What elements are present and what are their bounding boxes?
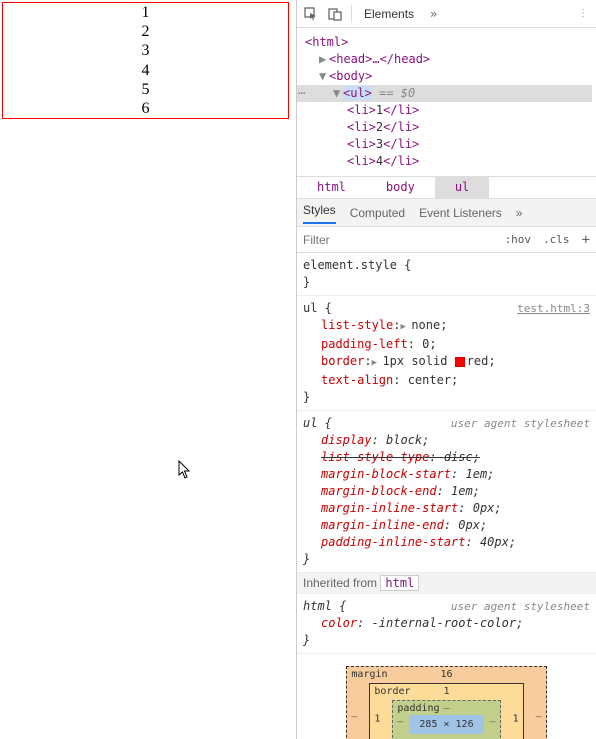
devtools-toolbar: Elements » ⋮ <box>297 0 596 28</box>
filter-input[interactable] <box>297 229 499 251</box>
dom-node[interactable]: <li>2</li> <box>305 119 592 136</box>
box-padding[interactable]: padding – – – 285 × 126 <box>392 700 500 739</box>
list-item: 3 <box>3 41 288 60</box>
css-prop[interactable]: list-style:▶ none; <box>303 317 590 336</box>
collapse-arrow-icon[interactable]: ▼ <box>333 85 343 102</box>
devtools-panel: Elements » ⋮ <html> ▶<head>…</head> ▼<bo… <box>296 0 596 739</box>
rule-element-style[interactable]: element.style { } <box>297 253 596 296</box>
expand-arrow-icon[interactable]: ▶ <box>319 51 329 68</box>
box-content[interactable]: 285 × 126 <box>409 715 483 734</box>
expand-icon[interactable]: ▶ <box>400 322 411 332</box>
menu-dots-icon[interactable]: ⋮ <box>578 8 590 19</box>
css-prop[interactable]: margin-block-end: 1em; <box>303 483 590 500</box>
breadcrumb-item[interactable]: body <box>366 177 435 198</box>
rule-html-ua[interactable]: html {user agent stylesheet color: -inte… <box>297 594 596 654</box>
dom-node[interactable]: <li>3</li> <box>305 136 592 153</box>
dom-tree[interactable]: <html> ▶<head>…</head> ▼<body> ⋯ ▼<ul> =… <box>297 28 596 177</box>
tab-computed[interactable]: Computed <box>350 206 405 220</box>
styles-tabs: Styles Computed Event Listeners » <box>297 199 596 227</box>
css-prop[interactable]: border:▶ 1px solid red; <box>303 353 590 372</box>
list-item: 6 <box>3 99 288 118</box>
css-prop[interactable]: padding-inline-start: 40px; <box>303 534 590 551</box>
source-link[interactable]: test.html:3 <box>517 300 590 317</box>
color-swatch-icon[interactable] <box>455 357 465 367</box>
dom-node[interactable]: <li>1</li> <box>305 102 592 119</box>
breadcrumb-item-active[interactable]: ul <box>435 177 489 198</box>
dom-node[interactable]: <body> <box>329 69 372 83</box>
box-model-diagram[interactable]: margin 16 – – border 1 1 1 padding – – – <box>297 654 596 739</box>
css-prop[interactable]: margin-inline-start: 0px; <box>303 500 590 517</box>
ellipsis-icon: ⋯ <box>297 85 306 102</box>
dom-node[interactable]: <head>…</head> <box>329 52 430 66</box>
ua-stylesheet-label: user agent stylesheet <box>451 598 590 615</box>
list-item: 2 <box>3 22 288 41</box>
ua-stylesheet-label: user agent stylesheet <box>451 415 590 432</box>
breadcrumb-item[interactable]: html <box>297 177 366 198</box>
cls-toggle[interactable]: .cls <box>537 233 576 246</box>
preview-list: 1 2 3 4 5 6 <box>2 2 289 119</box>
css-prop[interactable]: padding-left: 0; <box>303 336 590 353</box>
inherited-from-bar: Inherited from html <box>297 573 596 594</box>
new-rule-button[interactable]: + <box>576 232 596 248</box>
console-ref: == $0 <box>372 86 415 100</box>
tab-overflow-icon[interactable]: » <box>516 206 523 220</box>
tab-event-listeners[interactable]: Event Listeners <box>419 206 502 220</box>
dom-node[interactable]: <li>4</li> <box>305 153 592 170</box>
list-item: 5 <box>3 80 288 99</box>
breadcrumb: html body ul <box>297 177 596 199</box>
collapse-arrow-icon[interactable]: ▼ <box>319 68 329 85</box>
css-prop[interactable]: display: block; <box>303 432 590 449</box>
rule-ul-ua[interactable]: ul {user agent stylesheet display: block… <box>297 411 596 573</box>
dom-node-selected[interactable]: ⋯ ▼<ul> == $0 <box>305 85 592 102</box>
rule-ul-author[interactable]: ul {test.html:3 list-style:▶ none; paddi… <box>297 296 596 411</box>
box-margin[interactable]: margin 16 – – border 1 1 1 padding – – – <box>346 666 546 739</box>
inspect-icon[interactable] <box>303 6 319 22</box>
tab-overflow-icon[interactable]: » <box>430 7 437 21</box>
tab-styles[interactable]: Styles <box>303 203 336 224</box>
css-prop[interactable]: margin-block-start: 1em; <box>303 466 590 483</box>
device-toggle-icon[interactable] <box>327 6 343 22</box>
filter-row: :hov .cls + <box>297 227 596 253</box>
box-border[interactable]: border 1 1 1 padding – – – 285 × 126 <box>369 683 523 739</box>
dom-node[interactable]: <html> <box>305 35 348 49</box>
tab-elements[interactable]: Elements <box>360 1 418 27</box>
css-prop[interactable]: color: -internal-root-color; <box>303 615 590 632</box>
separator <box>351 5 352 23</box>
rendered-page-preview: 1 2 3 4 5 6 <box>0 0 296 739</box>
hov-toggle[interactable]: :hov <box>499 233 538 246</box>
css-prop[interactable]: text-align: center; <box>303 372 590 389</box>
styles-pane: element.style { } ul {test.html:3 list-s… <box>297 253 596 739</box>
expand-icon[interactable]: ▶ <box>372 358 383 368</box>
css-prop-overridden[interactable]: list-style-type: disc; <box>303 449 590 466</box>
list-item: 1 <box>3 3 288 22</box>
css-prop[interactable]: margin-inline-end: 0px; <box>303 517 590 534</box>
list-item: 4 <box>3 61 288 80</box>
mouse-cursor-icon <box>178 460 192 480</box>
inherited-tag[interactable]: html <box>380 575 419 591</box>
